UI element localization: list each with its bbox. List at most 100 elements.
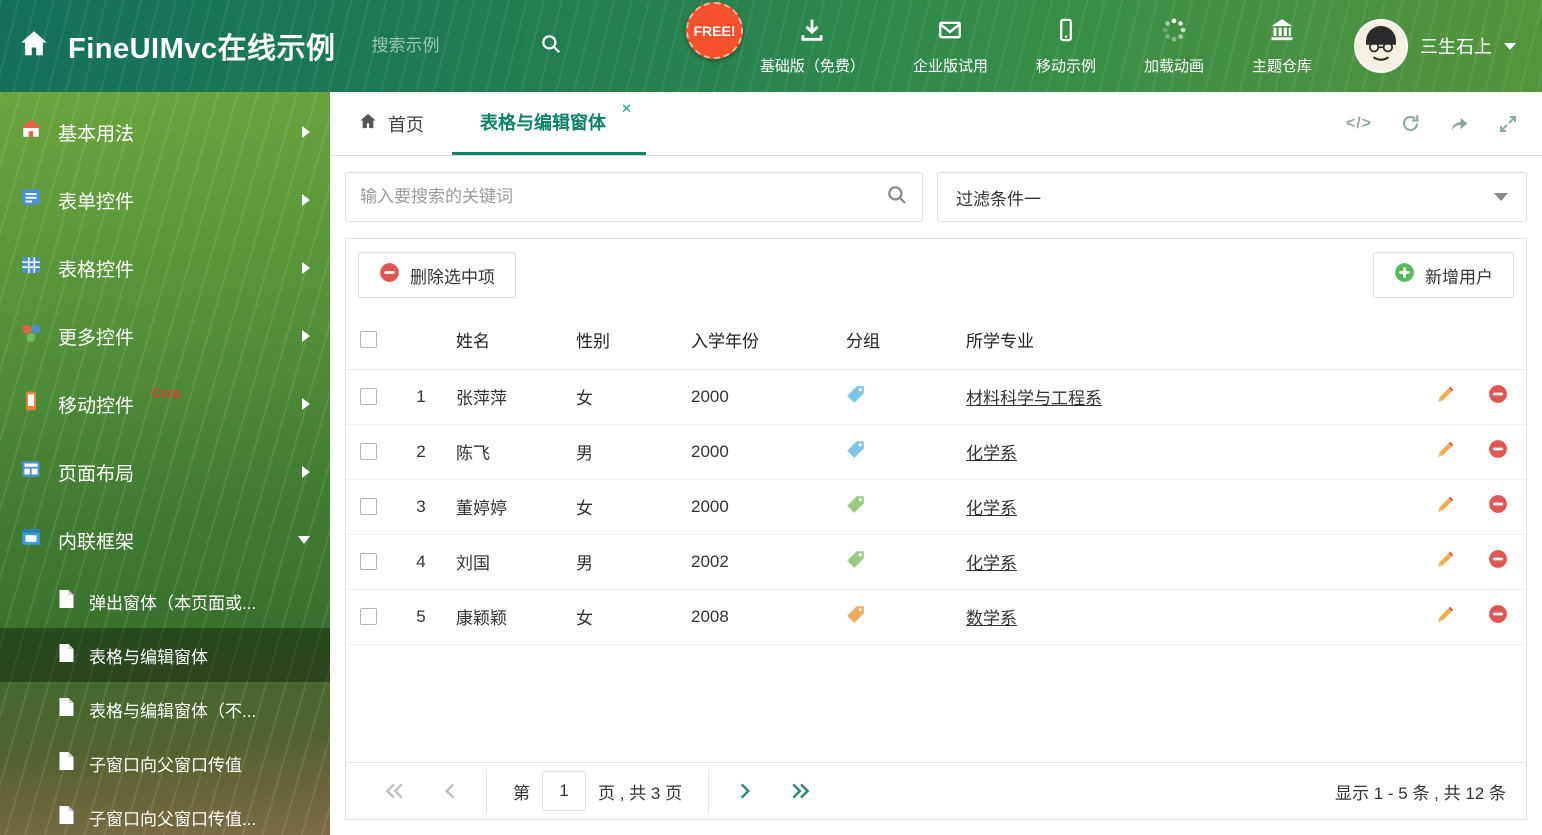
search-icon[interactable] bbox=[886, 184, 908, 211]
row-checkbox[interactable] bbox=[360, 498, 377, 515]
sidebar-item-more-controls[interactable]: 更多控件 bbox=[0, 302, 330, 370]
nav-loading-animation[interactable]: 加载动画 bbox=[1144, 17, 1204, 76]
col-header-name: 姓名 bbox=[442, 311, 562, 370]
row-number: 4 bbox=[400, 534, 442, 590]
row-checkbox[interactable] bbox=[360, 443, 377, 460]
house-icon bbox=[20, 118, 42, 146]
page: FineUIMvc在线示例 FREE! 基础版（免费） 企业版试用 bbox=[0, 0, 1542, 835]
nav-mobile-demo[interactable]: 移动示例 bbox=[1036, 17, 1096, 76]
brand[interactable]: FineUIMvc在线示例 bbox=[0, 25, 336, 67]
chevron-down-icon bbox=[1494, 193, 1508, 201]
edit-pencil-icon[interactable] bbox=[1436, 495, 1455, 514]
tag-icon bbox=[846, 440, 865, 459]
home-icon[interactable] bbox=[18, 29, 50, 64]
major-link[interactable]: 化学系 bbox=[966, 554, 1017, 573]
prev-page-button[interactable] bbox=[422, 780, 478, 802]
mobile-icon bbox=[1054, 17, 1078, 48]
edit-pencil-icon[interactable] bbox=[1436, 385, 1455, 404]
filter-dropdown[interactable]: 过滤条件一 bbox=[937, 172, 1527, 222]
cell-year: 2002 bbox=[677, 534, 832, 590]
edit-pencil-icon[interactable] bbox=[1436, 550, 1455, 569]
sidebar-subitem-popup-window[interactable]: 弹出窗体（本页面或... bbox=[0, 574, 330, 628]
chevron-right-icon bbox=[302, 466, 310, 478]
first-page-button[interactable] bbox=[366, 780, 422, 802]
major-link[interactable]: 材料科学与工程系 bbox=[966, 389, 1102, 408]
app-title: FineUIMvc在线示例 bbox=[68, 33, 336, 65]
frame-icon bbox=[20, 526, 42, 554]
table-row: 4 刘国 男 2002 化学系 bbox=[346, 534, 1526, 590]
chevron-right-icon bbox=[302, 126, 310, 138]
delete-row-icon[interactable] bbox=[1488, 384, 1508, 404]
tab-grid-edit-window[interactable]: 表格与编辑窗体 ✕ bbox=[452, 92, 646, 155]
edit-pencil-icon[interactable] bbox=[1436, 440, 1455, 459]
add-user-button[interactable]: 新增用户 bbox=[1373, 252, 1514, 298]
delete-row-icon[interactable] bbox=[1488, 494, 1508, 514]
layout-icon bbox=[20, 458, 42, 486]
nav-theme-store[interactable]: 主题仓库 bbox=[1252, 17, 1312, 76]
corp-badge: Corp. bbox=[152, 386, 184, 400]
expand-icon[interactable] bbox=[1498, 114, 1518, 134]
user-menu[interactable]: 三生石上 bbox=[1354, 19, 1542, 73]
row-checkbox[interactable] bbox=[360, 388, 377, 405]
sidebar-item-inline-frame[interactable]: 内联框架 bbox=[0, 506, 330, 574]
sidebar-item-basic-usage[interactable]: 基本用法 bbox=[0, 98, 330, 166]
sidebar-item-mobile-controls[interactable]: 移动控件 Corp. bbox=[0, 370, 330, 438]
form-icon bbox=[20, 186, 42, 214]
tab-home[interactable]: 首页 bbox=[330, 92, 452, 155]
table-row: 1 张萍萍 女 2000 材料科学与工程系 bbox=[346, 369, 1526, 425]
refresh-icon[interactable] bbox=[1400, 113, 1421, 134]
nav-basic-edition[interactable]: 基础版（免费） bbox=[760, 17, 865, 76]
tag-icon bbox=[846, 550, 865, 569]
search-icon[interactable] bbox=[540, 33, 562, 60]
sidebar-item-form-controls[interactable]: 表单控件 bbox=[0, 166, 330, 234]
sidebar-subitem-grid-edit-window[interactable]: 表格与编辑窗体 bbox=[0, 628, 330, 682]
cell-name: 张萍萍 bbox=[442, 369, 562, 425]
sidebar-item-grid-controls[interactable]: 表格控件 bbox=[0, 234, 330, 302]
page-number-input[interactable] bbox=[542, 771, 586, 811]
table-row: 5 康颖颖 女 2008 数学系 bbox=[346, 589, 1526, 645]
next-page-button[interactable] bbox=[717, 780, 773, 802]
shapes-icon bbox=[20, 322, 42, 350]
nav-enterprise-trial[interactable]: 企业版试用 bbox=[913, 17, 988, 76]
cell-year: 2000 bbox=[677, 424, 832, 480]
edit-pencil-icon[interactable] bbox=[1436, 605, 1455, 624]
major-link[interactable]: 化学系 bbox=[966, 444, 1017, 463]
last-page-button[interactable] bbox=[773, 780, 829, 802]
data-table: 姓名 性别 入学年份 分组 所学专业 1 张萍萍 女 2000 材料科学与工程系… bbox=[346, 311, 1526, 645]
cell-gender: 女 bbox=[562, 479, 677, 535]
major-link[interactable]: 化学系 bbox=[966, 499, 1017, 518]
sidebar-subitem-child-to-parent-2[interactable]: 子窗口向父窗口传值... bbox=[0, 790, 330, 835]
view-source-icon[interactable]: </> bbox=[1346, 115, 1372, 133]
close-tab-icon[interactable]: ✕ bbox=[621, 101, 632, 117]
delete-row-icon[interactable] bbox=[1488, 604, 1508, 624]
chevron-right-icon bbox=[302, 194, 310, 206]
table-row: 3 董婷婷 女 2000 化学系 bbox=[346, 479, 1526, 535]
file-icon bbox=[58, 589, 75, 614]
select-all-checkbox[interactable] bbox=[360, 331, 377, 349]
sidebar-item-page-layout[interactable]: 页面布局 bbox=[0, 438, 330, 506]
share-icon[interactable] bbox=[1449, 113, 1470, 134]
row-checkbox[interactable] bbox=[360, 553, 377, 570]
delete-row-icon[interactable] bbox=[1488, 439, 1508, 459]
keyword-search-input[interactable] bbox=[360, 187, 886, 207]
minus-circle-icon bbox=[379, 262, 400, 288]
mobile-orange-icon bbox=[20, 390, 42, 418]
row-checkbox[interactable] bbox=[360, 608, 377, 625]
user-name: 三生石上 bbox=[1420, 37, 1492, 57]
header-search-input[interactable] bbox=[371, 36, 522, 56]
tag-icon bbox=[846, 605, 865, 624]
chevron-right-icon bbox=[302, 398, 310, 410]
sidebar: 基本用法 表单控件 表格控件 更多控件 移动控件 Corp. 页面布局 内联框架… bbox=[0, 92, 330, 835]
user-avatar[interactable] bbox=[1354, 19, 1408, 73]
major-link[interactable]: 数学系 bbox=[966, 609, 1017, 628]
sidebar-subitem-grid-edit-window-2[interactable]: 表格与编辑窗体（不... bbox=[0, 682, 330, 736]
bank-icon bbox=[1268, 17, 1296, 48]
chevron-down-icon bbox=[298, 536, 310, 544]
tab-tools: </> bbox=[1346, 92, 1542, 155]
cell-year: 2008 bbox=[677, 589, 832, 645]
delete-row-icon[interactable] bbox=[1488, 549, 1508, 569]
sidebar-subitem-child-to-parent[interactable]: 子窗口向父窗口传值 bbox=[0, 736, 330, 790]
grid-panel: 删除选中项 新增用户 姓名 性别 入学年份 分组 所学专业 1 张萍萍 女 20… bbox=[345, 238, 1527, 820]
table-icon bbox=[20, 254, 42, 282]
delete-selected-button[interactable]: 删除选中项 bbox=[358, 252, 516, 298]
